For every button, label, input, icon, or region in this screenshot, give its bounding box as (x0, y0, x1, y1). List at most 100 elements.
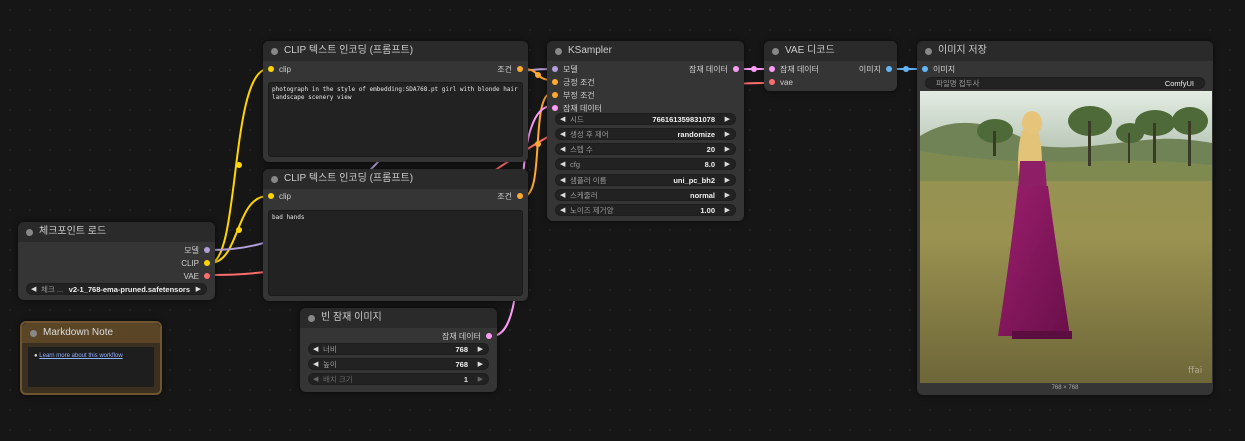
increment-arrow-icon[interactable]: ▶ (725, 129, 730, 141)
positive-input-dot[interactable] (552, 79, 558, 85)
widget-value: 1 (463, 375, 468, 384)
widget-label: 스텝 수 (570, 145, 593, 154)
decrement-arrow-icon[interactable]: ◀ (560, 159, 565, 171)
increment-arrow-icon[interactable]: ▶ (725, 144, 730, 156)
widget-value: 768 (455, 345, 468, 354)
widget-value: v2-1_768-ema-pruned.safetensors (68, 285, 190, 294)
increment-arrow-icon[interactable]: ▶ (725, 205, 730, 217)
input-label-vae: vae (780, 78, 793, 87)
vae-decode-node[interactable]: VAE 디코드 잠재 데이터 이미지 vae (764, 41, 897, 91)
decrement-arrow-icon[interactable]: ◀ (560, 129, 565, 141)
increment-arrow-icon[interactable]: ▶ (725, 190, 730, 202)
control-after-generate-widget[interactable]: ◀ 생성 후 제어 randomize ▶ (555, 128, 736, 140)
collapse-dot-icon[interactable] (308, 314, 315, 322)
negative-input-dot[interactable] (552, 92, 558, 98)
steps-widget[interactable]: ◀ 스텝 수 20 ▶ (555, 143, 736, 155)
increment-arrow-icon[interactable]: ▶ (196, 284, 201, 296)
markdown-body: ● Learn more about this workflow (28, 347, 154, 387)
node-title: 체크포인트 로드 (39, 226, 107, 237)
node-title-bar[interactable]: 이미지 저장 (917, 41, 1213, 61)
clip-text-encode-negative-node[interactable]: CLIP 텍스트 인코딩 (프롬프트) clip 조건 bad hands (263, 169, 528, 301)
widget-value[interactable]: ComfyUI (1165, 78, 1194, 90)
widget-value: 766161359831078 (652, 115, 715, 124)
node-title-bar[interactable]: VAE 디코드 (764, 41, 897, 61)
decrement-arrow-icon[interactable]: ◀ (31, 284, 36, 296)
filename-prefix-widget[interactable]: 파일명 접두사 ComfyUI (925, 77, 1205, 89)
widget-value: 1.00 (700, 206, 715, 215)
scheduler-widget[interactable]: ◀ 스케줄러 normal ▶ (555, 189, 736, 201)
image-output-dot[interactable] (886, 66, 892, 72)
generated-image-preview[interactable]: ffai (920, 91, 1212, 383)
decrement-arrow-icon[interactable]: ◀ (313, 344, 318, 356)
workflow-info-link[interactable]: Learn more about this workflow (39, 353, 122, 359)
clip-text-encode-positive-node[interactable]: CLIP 텍스트 인코딩 (프롬프트) clip 조건 photograph i… (263, 41, 528, 162)
node-title-bar[interactable]: 빈 잠재 이미지 (300, 308, 497, 328)
clip-input-label: clip (279, 65, 292, 74)
node-title-bar[interactable]: CLIP 텍스트 인코딩 (프롬프트) (263, 169, 528, 189)
clip-output-dot[interactable] (204, 260, 210, 266)
seed-widget[interactable]: ◀ 시드 766161359831078 ▶ (555, 113, 736, 125)
decrement-arrow-icon[interactable]: ◀ (560, 144, 565, 156)
height-widget[interactable]: ◀ 높이 768 ▶ (308, 358, 489, 370)
checkpoint-name-widget[interactable]: ◀ 체크 ... v2-1_768-ema-pruned.safetensors… (26, 283, 207, 295)
vae-output-dot[interactable] (204, 273, 210, 279)
latent-output-dot[interactable] (733, 66, 739, 72)
prompt-textarea[interactable]: photograph in the style of embedding:SDA… (268, 82, 523, 157)
model-input-dot[interactable] (552, 66, 558, 72)
input-label-negative: 부정 조건 (563, 91, 595, 100)
sampler-name-widget[interactable]: ◀ 샘플러 이름 uni_pc_bh2 ▶ (555, 174, 736, 186)
decrement-arrow-icon[interactable]: ◀ (313, 359, 318, 371)
collapse-dot-icon[interactable] (271, 47, 278, 55)
collapse-dot-icon[interactable] (26, 228, 33, 236)
conditioning-output-dot[interactable] (517, 193, 523, 199)
collapse-dot-icon[interactable] (772, 47, 779, 55)
ksampler-node[interactable]: KSampler 모델 잠재 데이터 긍정 조건 부정 조건 잠재 데이터 ◀ … (547, 41, 744, 221)
decrement-arrow-icon[interactable]: ◀ (560, 175, 565, 187)
conditioning-output-dot[interactable] (517, 66, 523, 72)
clip-input-dot[interactable] (268, 66, 274, 72)
image-input-dot[interactable] (922, 66, 928, 72)
denoise-widget[interactable]: ◀ 노이즈 제거양 1.00 ▶ (555, 204, 736, 216)
increment-arrow-icon[interactable]: ▶ (725, 159, 730, 171)
latent-output-dot[interactable] (486, 333, 492, 339)
increment-arrow-icon[interactable]: ▶ (478, 374, 483, 386)
decrement-arrow-icon[interactable]: ◀ (560, 190, 565, 202)
widget-label: 높이 (323, 360, 337, 369)
collapse-dot-icon[interactable] (925, 47, 932, 55)
prompt-textarea[interactable]: bad hands (268, 210, 523, 296)
port-row: 잠재 데이터 이미지 (764, 63, 897, 76)
cfg-widget[interactable]: ◀ cfg 8.0 ▶ (555, 158, 736, 170)
save-image-node[interactable]: 이미지 저장 이미지 파일명 접두사 ComfyUI ffai 768 × 76… (917, 41, 1213, 395)
link-midpoint (535, 141, 541, 147)
increment-arrow-icon[interactable]: ▶ (725, 175, 730, 187)
port-row: clip 조건 (263, 190, 528, 203)
collapse-dot-icon[interactable] (30, 329, 37, 337)
clip-input-dot[interactable] (268, 193, 274, 199)
node-title-bar[interactable]: Markdown Note (22, 323, 160, 343)
widget-value: randomize (677, 130, 715, 139)
checkpoint-loader-node[interactable]: 체크포인트 로드 모델 CLIP VAE ◀ 체크 ... v2-1_768-e… (18, 222, 215, 300)
batch-size-widget[interactable]: ◀ 배치 크기 1 ▶ (308, 373, 489, 385)
port-row: 긍정 조건 (547, 76, 744, 89)
model-output-dot[interactable] (204, 247, 210, 253)
decrement-arrow-icon[interactable]: ◀ (560, 114, 565, 126)
increment-arrow-icon[interactable]: ▶ (478, 344, 483, 356)
vae-input-dot[interactable] (769, 79, 775, 85)
node-title-bar[interactable]: KSampler (547, 41, 744, 61)
latent-input-dot[interactable] (769, 66, 775, 72)
decrement-arrow-icon[interactable]: ◀ (560, 205, 565, 217)
node-title-bar[interactable]: CLIP 텍스트 인코딩 (프롬프트) (263, 41, 528, 61)
node-title: CLIP 텍스트 인코딩 (프롬프트) (284, 173, 414, 184)
increment-arrow-icon[interactable]: ▶ (725, 114, 730, 126)
increment-arrow-icon[interactable]: ▶ (478, 359, 483, 371)
latent-output-label: 잠재 데이터 (441, 332, 481, 341)
markdown-note-node[interactable]: Markdown Note ● Learn more about this wo… (20, 321, 162, 395)
collapse-dot-icon[interactable] (271, 175, 278, 183)
port-row: 부정 조건 (547, 89, 744, 102)
empty-latent-image-node[interactable]: 빈 잠재 이미지 잠재 데이터 ◀ 너비 768 ▶ ◀ 높이 768 ▶ ◀ … (300, 308, 497, 392)
node-title-bar[interactable]: 체크포인트 로드 (18, 222, 215, 242)
collapse-dot-icon[interactable] (555, 47, 562, 55)
width-widget[interactable]: ◀ 너비 768 ▶ (308, 343, 489, 355)
latent-input-dot[interactable] (552, 105, 558, 111)
decrement-arrow-icon[interactable]: ◀ (313, 374, 318, 386)
